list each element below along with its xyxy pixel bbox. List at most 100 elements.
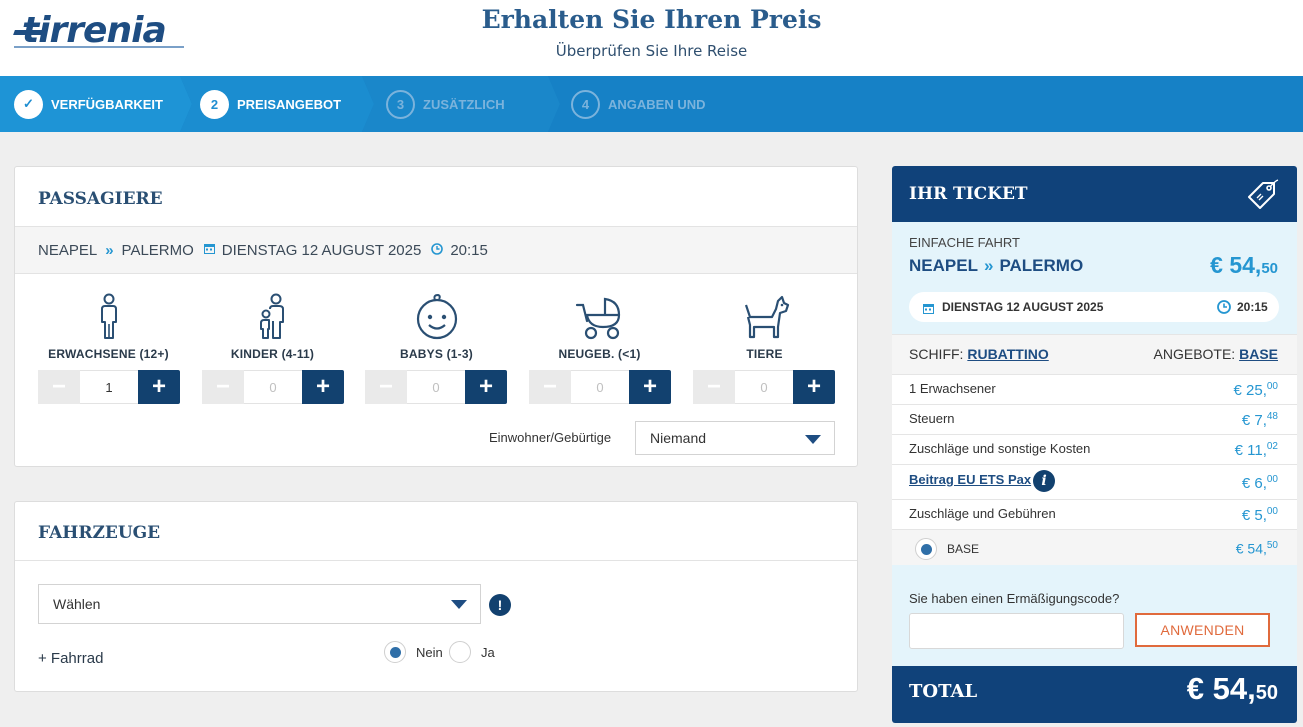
amount-cents: 00 — [1266, 506, 1278, 517]
step-price-offer[interactable]: 2 PREISANGEBOT — [200, 76, 341, 132]
double-chevron-icon: » — [983, 256, 994, 275]
step-additional[interactable]: 3 ZUSÄTZLICH — [386, 76, 505, 132]
newborns-count[interactable]: 0 — [571, 370, 629, 404]
vehicles-card: FAHRZEUGE Wählen ! + Fahrrad Nein Ja — [14, 501, 858, 692]
ticket-date-pill: DIENSTAG 12 AUGUST 2025 20:15 — [909, 292, 1279, 322]
page-subtitle: Überprüfen Sie Ihre Reise — [555, 42, 748, 60]
resident-label: Einwohner/Gebürtige — [489, 430, 612, 445]
decrement-button[interactable]: − — [529, 370, 571, 404]
price-line-amount: € 25,00 — [1234, 381, 1279, 399]
step-number: 4 — [571, 89, 600, 119]
bike-no-radio[interactable] — [384, 641, 406, 663]
ship-name-link[interactable]: RUBATTINO — [967, 346, 1048, 362]
ticket-header: IHR TICKET — [892, 166, 1297, 222]
pax-label: KINDER (4-11) — [230, 347, 315, 361]
child-icon — [200, 287, 345, 347]
increment-button[interactable]: + — [465, 370, 507, 404]
vehicle-select-value: Wählen — [53, 596, 101, 612]
babies-stepper: − 0 + — [365, 370, 507, 404]
price-line-label: Zuschläge und sonstige Kosten — [909, 441, 1091, 456]
ticket-price-main: € 54, — [1210, 252, 1262, 278]
dog-icon — [692, 287, 837, 347]
fare-option-amount: € 54,50 — [1236, 540, 1278, 557]
amount-cents: 00 — [1266, 474, 1278, 485]
price-line: Steuern € 7,48 — [892, 404, 1297, 434]
price-line-amount: € 11,02 — [1235, 441, 1278, 459]
ship-label: SCHIFF: — [909, 346, 964, 362]
stroller-icon — [527, 287, 672, 347]
total-amount: € 54,50 — [1187, 671, 1278, 707]
step-details[interactable]: 4 ANGABEN UND — [571, 76, 706, 132]
step-availability[interactable]: ✓ VERFÜGBARKEIT — [14, 76, 163, 132]
ticket-route-box: EINFACHE FAHRT NEAPEL » PALERMO € 54,50 … — [892, 222, 1297, 334]
promo-question: Sie haben einen Ermäßigungscode? — [909, 591, 1120, 606]
ship-info: SCHIFF: RUBATTINO — [909, 346, 1049, 362]
children-stepper: − 0 + — [202, 370, 344, 404]
resident-select[interactable]: Niemand — [635, 421, 835, 455]
adult-stepper: − 1 + — [38, 370, 180, 404]
route-summary: NEAPEL » PALERMO DIENSTAG 12 AUGUST 2025… — [15, 226, 857, 274]
ticket-to: PALERMO — [999, 256, 1084, 275]
increment-button[interactable]: + — [302, 370, 344, 404]
pax-pets: TIERE — [692, 287, 837, 361]
amount-cents: 00 — [1266, 381, 1278, 392]
passengers-card: PASSAGIERE NEAPEL » PALERMO DIENSTAG 12 … — [14, 166, 858, 467]
pets-count[interactable]: 0 — [735, 370, 793, 404]
info-icon[interactable]: i — [1033, 470, 1055, 492]
chevron-down-icon — [805, 435, 821, 444]
ticket-time: 20:15 — [1237, 300, 1268, 314]
decrement-button[interactable]: − — [365, 370, 407, 404]
step-number: 3 — [386, 89, 415, 119]
price-tag-icon — [1245, 178, 1279, 217]
price-line-label: 1 Erwachsener — [909, 381, 996, 396]
price-line-label: Steuern — [909, 411, 955, 426]
bike-yes-radio[interactable] — [449, 641, 471, 663]
fare-base-radio[interactable] — [915, 538, 937, 560]
ticket-route: NEAPEL » PALERMO — [909, 256, 1083, 276]
ticket-from: NEAPEL — [909, 256, 978, 275]
pax-label: ERWACHSENE (12+) — [48, 347, 169, 361]
price-line: Zuschläge und sonstige Kosten € 11,02 — [892, 434, 1297, 464]
amount-main: € 6, — [1241, 475, 1267, 492]
children-count[interactable]: 0 — [244, 370, 302, 404]
trip-type: EINFACHE FAHRT — [909, 235, 1021, 250]
price-line-label: Zuschläge und Gebühren — [909, 506, 1056, 521]
step-label: ANGABEN UND — [608, 96, 706, 112]
decrement-button[interactable]: − — [38, 370, 80, 404]
apply-button[interactable]: ANWENDEN — [1135, 613, 1270, 647]
add-bicycle-link[interactable]: + Fahrrad — [38, 650, 103, 667]
passengers-title: PASSAGIERE — [38, 189, 163, 209]
amount-main: € 54, — [1235, 540, 1267, 557]
route-time: 20:15 — [450, 241, 488, 259]
increment-button[interactable]: + — [138, 370, 180, 404]
price-line-amount: € 7,48 — [1242, 411, 1278, 429]
pax-label: BABYS (1-3) — [400, 347, 473, 361]
vehicle-select[interactable]: Wählen — [38, 584, 481, 624]
increment-button[interactable]: + — [629, 370, 671, 404]
resident-value: Niemand — [650, 430, 707, 446]
offer-name-link[interactable]: BASE — [1239, 346, 1278, 362]
babies-count[interactable]: 0 — [407, 370, 465, 404]
increment-button[interactable]: + — [793, 370, 835, 404]
bike-yes-label: Ja — [481, 645, 495, 660]
double-chevron-icon: » — [105, 241, 114, 259]
header: tirrenia Erhalten Sie Ihren Preis Überpr… — [0, 0, 1303, 76]
calendar-icon — [923, 301, 934, 319]
bike-no-label: Nein — [416, 645, 443, 660]
total-bar: TOTAL € 54,50 — [892, 666, 1297, 723]
ticket-date: DIENSTAG 12 AUGUST 2025 — [942, 300, 1104, 314]
alert-icon[interactable]: ! — [489, 594, 511, 616]
ets-link[interactable]: Beitrag EU ETS Pax — [909, 472, 1031, 487]
offer-label: ANGEBOTE: — [1153, 346, 1236, 362]
pax-label: TIERE — [746, 347, 783, 361]
step-label: ZUSÄTZLICH — [423, 96, 505, 112]
total-label: TOTAL — [909, 681, 978, 702]
amount-main: € 7, — [1241, 412, 1267, 429]
promo-code-input[interactable] — [909, 613, 1124, 649]
decrement-button[interactable]: − — [693, 370, 735, 404]
pax-babies: BABYS (1-3) — [364, 287, 509, 361]
pax-adult: ERWACHSENE (12+) — [36, 287, 181, 361]
pets-stepper: − 0 + — [693, 370, 835, 404]
adult-count[interactable]: 1 — [80, 370, 138, 404]
decrement-button[interactable]: − — [202, 370, 244, 404]
